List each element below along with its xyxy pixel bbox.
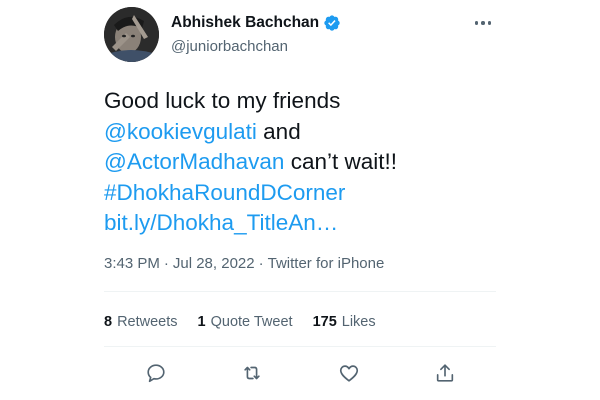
tweet-meta: 3:43 PM · Jul 28, 2022 · Twitter for iPhone (104, 255, 384, 272)
tweet-text: Good luck to my friends @kookievgulati a… (104, 86, 524, 239)
more-dot (481, 21, 485, 25)
text-fragment: can’t wait!! (284, 149, 397, 174)
hashtag-link[interactable]: #DhokhaRoundDCorner (104, 180, 345, 205)
more-dot (487, 21, 492, 25)
meta-separator: · (163, 255, 169, 272)
more-options-icon[interactable] (470, 16, 496, 30)
like-icon[interactable] (336, 360, 362, 386)
display-name[interactable]: Abhishek Bachchan (171, 14, 319, 32)
retweets-stat[interactable]: 8 Retweets (104, 314, 178, 330)
tweet-source: Twitter for iPhone (267, 255, 385, 272)
quote-tweets-label: Quote Tweet (210, 314, 293, 330)
tweet-text-line: @ActorMadhavan can’t wait!! (104, 147, 524, 178)
more-dot (474, 21, 479, 25)
tweet-text-line: @kookievgulati and (104, 117, 524, 148)
retweets-count: 8 (104, 314, 113, 330)
author-name-row[interactable]: Abhishek Bachchan (171, 13, 341, 33)
tweet-date[interactable]: Jul 28, 2022 (173, 255, 255, 272)
tweet-card: Abhishek Bachchan @juniorbachchan Good l… (0, 0, 600, 400)
quote-tweets-stat[interactable]: 1 Quote Tweet (198, 314, 293, 330)
tweet-text-line: Good luck to my friends (104, 88, 341, 113)
likes-count: 175 (312, 314, 337, 330)
divider (104, 291, 496, 292)
reply-icon[interactable] (143, 360, 169, 386)
tweet-text-line: #DhokhaRoundDCorner (104, 178, 524, 209)
avatar-photo (104, 7, 159, 62)
mention-link[interactable]: @ActorMadhavan (104, 149, 284, 174)
likes-stat[interactable]: 175 Likes (313, 314, 376, 330)
text-fragment: and (256, 118, 301, 144)
quote-tweets-count: 1 (197, 314, 206, 330)
mention-link[interactable]: @kookievgulati (104, 119, 257, 144)
retweet-icon[interactable] (239, 360, 265, 386)
engagement-stats: 8 Retweets 1 Quote Tweet 175 Likes (104, 314, 376, 330)
verified-badge-icon (323, 14, 341, 32)
avatar[interactable] (104, 7, 159, 62)
url-link[interactable]: bit.ly/Dhokha_TitleAn… (104, 210, 338, 235)
username-handle[interactable]: @juniorbachchan (171, 38, 288, 55)
tweet-text-line: bit.ly/Dhokha_TitleAn… (104, 208, 524, 239)
action-bar (104, 360, 496, 386)
retweets-label: Retweets (117, 314, 178, 330)
tweet-time[interactable]: 3:43 PM (104, 255, 160, 272)
share-icon[interactable] (432, 360, 458, 386)
divider (104, 346, 496, 347)
likes-label: Likes (341, 314, 376, 330)
meta-separator: · (258, 255, 264, 272)
